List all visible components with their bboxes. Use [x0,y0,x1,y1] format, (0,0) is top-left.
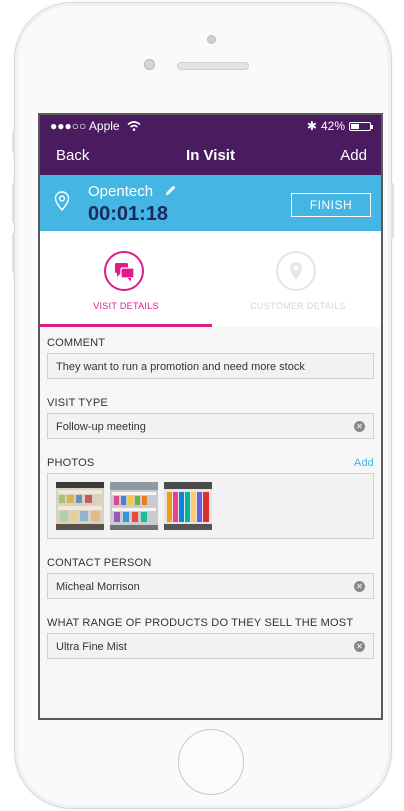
visit-type-field[interactable]: Follow-up meeting ✕ [47,413,374,439]
battery-level [351,123,359,129]
add-photo-link[interactable]: Add [354,457,374,469]
photo-thumbnail[interactable] [164,482,212,530]
clear-icon[interactable]: ✕ [354,641,365,652]
tab-bar: VISIT DETAILS CUSTOMER DETAILS [40,231,381,328]
comment-field[interactable]: They want to run a promotion and need mo… [47,353,374,379]
visit-form: COMMENT They want to run a promotion and… [40,327,381,718]
visit-type-label: VISIT TYPE [47,397,374,409]
page-title: In Visit [186,147,235,164]
tab-visit-details[interactable]: VISIT DETAILS [40,231,212,327]
volume-down-button [12,233,15,273]
battery-icon [349,121,373,131]
visit-banner: Opentech 00:01:18 FINISH [40,175,381,231]
contact-label-text: CONTACT PERSON [47,557,152,569]
visit-type-label-text: VISIT TYPE [47,397,108,409]
volume-up-button [12,183,15,223]
carrier-label: ●●●○○ Apple [50,119,141,133]
clear-icon[interactable]: ✕ [354,581,365,592]
earpiece-speaker [177,62,249,70]
contact-value: Micheal Morrison [56,581,140,593]
company-label: Opentech [88,183,154,200]
power-button [391,183,394,239]
comment-value: They want to run a promotion and need mo… [56,361,305,373]
navigation-bar: ●●●○○ Apple ✱ 42% Back In Visit Add [40,115,381,175]
range-field[interactable]: Ultra Fine Mist ✕ [47,633,374,659]
top-sensor [207,35,216,44]
location-pin-icon [290,262,302,280]
range-label: WHAT RANGE OF PRODUCTS DO THEY SELL THE … [47,617,374,629]
tab-visit-details-circle [104,251,144,291]
visit-timer: 00:01:18 [88,203,169,225]
home-button[interactable] [178,729,244,795]
tab-customer-details-circle [276,251,316,291]
tab-visit-details-label: VISIT DETAILS [93,301,159,311]
contact-field[interactable]: Micheal Morrison ✕ [47,573,374,599]
status-right: ✱ 42% [306,119,373,133]
photos-label-text: PHOTOS [47,457,95,469]
photo-thumbnail[interactable] [110,482,158,530]
carrier-text: ●●●○○ Apple [50,119,120,133]
edit-pencil-icon[interactable] [165,184,177,196]
nav-row: Back In Visit Add [40,135,381,175]
contact-label: CONTACT PERSON [47,557,374,569]
front-camera [144,59,155,70]
comment-label-text: COMMENT [47,337,106,349]
finish-button[interactable]: FINISH [291,193,371,217]
location-pin-icon [54,191,70,211]
tab-customer-details-label: CUSTOMER DETAILS [250,301,346,311]
bluetooth-icon: ✱ [306,119,317,133]
add-button[interactable]: Add [340,147,367,164]
wifi-icon [127,121,141,131]
photo-thumbnail[interactable] [56,482,104,530]
status-bar: ●●●○○ Apple ✱ 42% [40,115,381,135]
battery-percent: 42% [320,119,345,133]
visit-type-value: Follow-up meeting [56,421,146,433]
mute-switch [12,131,15,153]
range-value: Ultra Fine Mist [56,641,127,653]
range-label-text: WHAT RANGE OF PRODUCTS DO THEY SELL THE … [47,617,354,629]
comment-label: COMMENT [47,337,374,349]
company-name: Opentech [88,183,177,200]
tab-customer-details[interactable]: CUSTOMER DETAILS [212,231,381,327]
photos-label: PHOTOS Add [47,457,374,469]
clear-icon[interactable]: ✕ [354,421,365,432]
chat-bubbles-icon [115,263,135,282]
photos-gallery [47,473,374,539]
app-screen: ●●●○○ Apple ✱ 42% Back In Visit Add Open… [38,113,383,720]
